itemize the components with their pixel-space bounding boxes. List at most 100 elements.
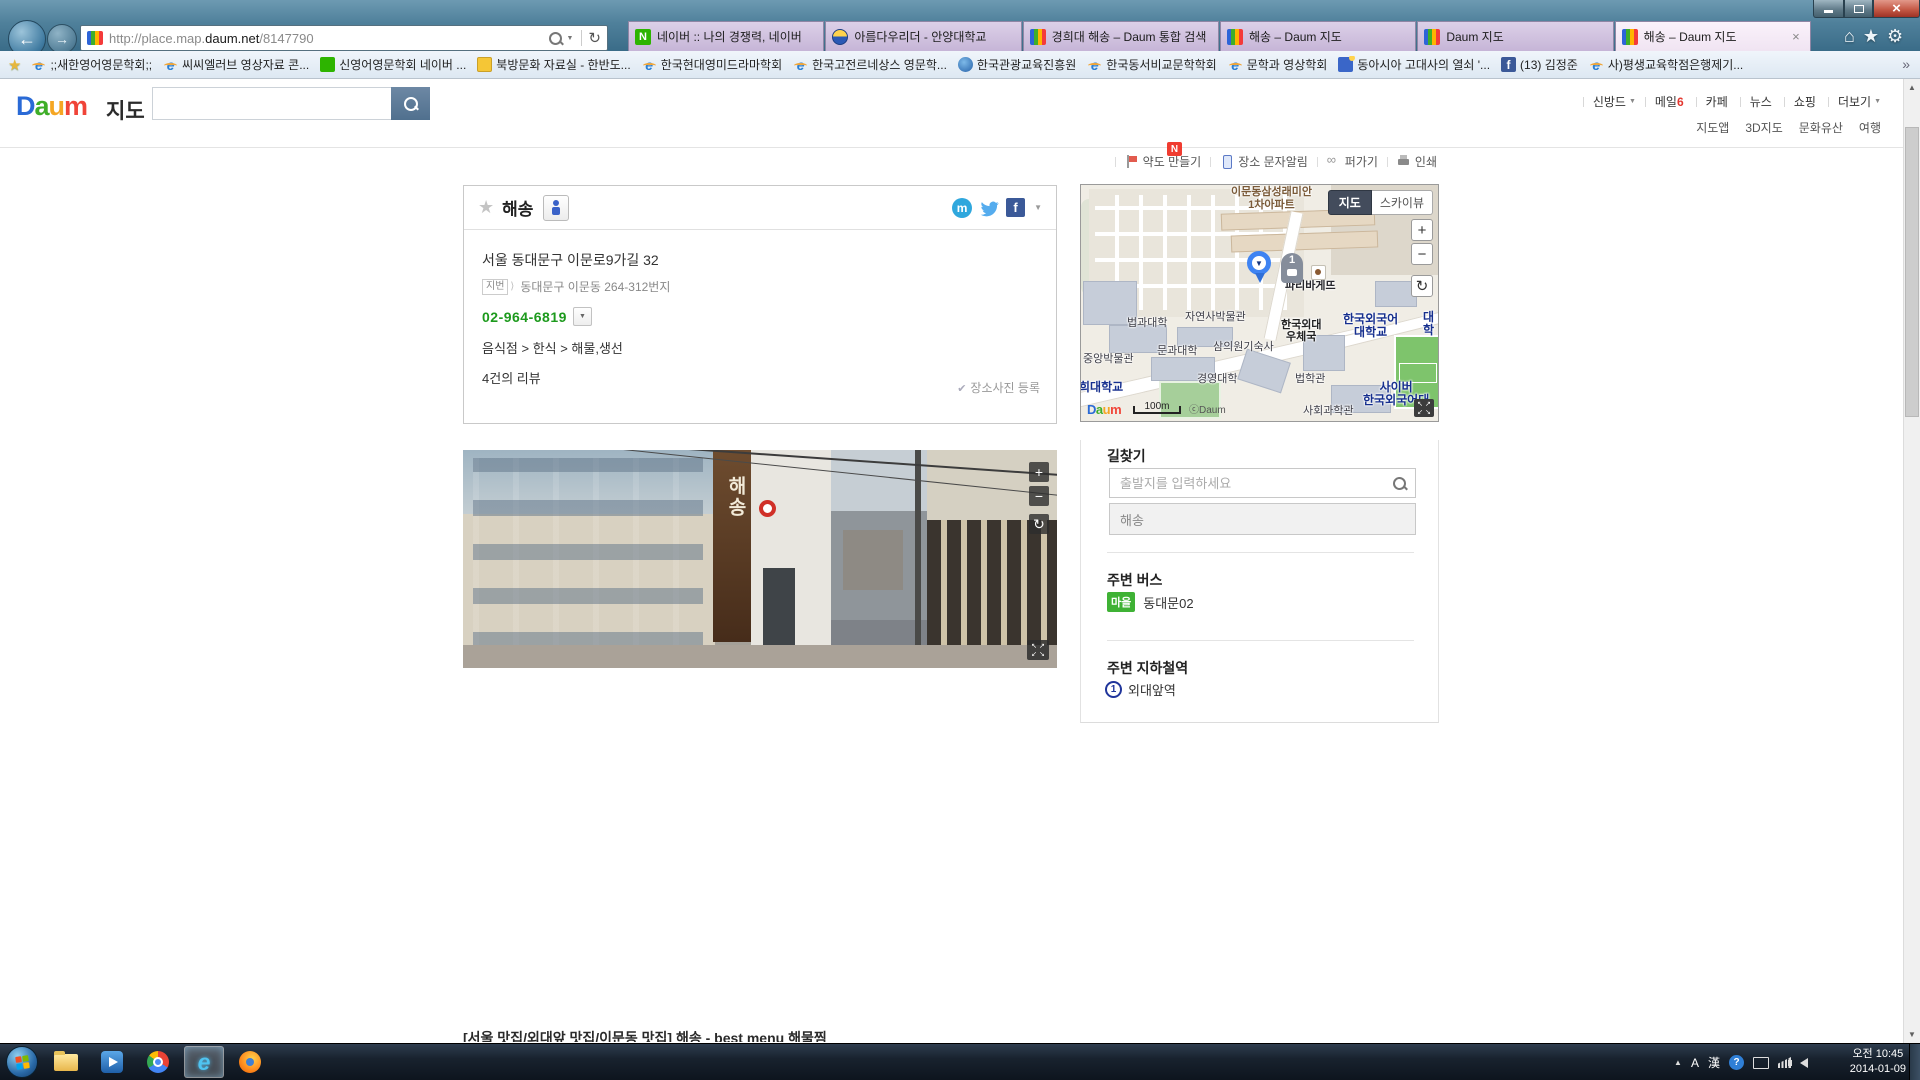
hidden-icons-chevron[interactable]: ▲ bbox=[1674, 1058, 1682, 1067]
close-button[interactable] bbox=[1873, 0, 1920, 18]
taskbar-ie-button[interactable]: e bbox=[184, 1046, 224, 1078]
skyview-button[interactable]: 스카이뷰 bbox=[1372, 190, 1433, 215]
volume-tray-icon[interactable] bbox=[1800, 1058, 1808, 1068]
map-reset-icon[interactable]: ↻ bbox=[1411, 275, 1433, 297]
page-scrollbar[interactable]: ▲ ▼ bbox=[1903, 79, 1920, 1043]
review-count[interactable]: 4건의 리뷰 bbox=[482, 368, 1038, 387]
taskbar-chrome-button[interactable] bbox=[138, 1046, 178, 1078]
bus-route-row[interactable]: 마을 동대문02 bbox=[1107, 592, 1194, 612]
photo-zoom-in-button[interactable]: + bbox=[1029, 462, 1049, 482]
me2day-share-icon[interactable]: m bbox=[952, 198, 972, 218]
refresh-icon[interactable]: ↻ bbox=[588, 29, 601, 47]
header-link[interactable]: 신방드▼ bbox=[1574, 93, 1636, 110]
browser-tab[interactable]: 경희대 해송 – Daum 통합 검색 bbox=[1023, 21, 1219, 51]
header-link[interactable]: 카페 bbox=[1687, 93, 1731, 110]
favorite-item[interactable]: 사)평생교육학점은행제기... bbox=[1589, 56, 1743, 73]
browser-tab[interactable]: 해송 – Daum 지도 bbox=[1615, 21, 1811, 51]
directions-destination-input[interactable] bbox=[1109, 503, 1416, 535]
service-title[interactable]: 지도 bbox=[106, 95, 145, 125]
directions-start-input[interactable] bbox=[1109, 468, 1416, 498]
roadview-button[interactable] bbox=[543, 195, 569, 221]
header-sublink[interactable]: 문화유산 bbox=[1799, 119, 1843, 136]
home-icon[interactable]: ⌂ bbox=[1844, 26, 1855, 47]
photo-zoom-out-button[interactable]: − bbox=[1029, 486, 1049, 506]
toolbar-item[interactable]: 약도 만들기 bbox=[1106, 153, 1202, 170]
favorite-item[interactable]: 한국동서비교문학학회 bbox=[1087, 56, 1216, 73]
forward-button[interactable]: → bbox=[47, 24, 77, 54]
taskbar-firefox-button[interactable] bbox=[230, 1046, 270, 1078]
photo-rotate-icon[interactable]: ↻ bbox=[1029, 514, 1049, 534]
browser-tab[interactable]: 아름다우리더 - 안양대학교 bbox=[825, 21, 1021, 51]
header-link[interactable]: 더보기▼ bbox=[1819, 93, 1881, 110]
ime-hanja-icon[interactable]: 漢 bbox=[1708, 1054, 1720, 1071]
favorite-item[interactable]: 한국현대영미드라마학회 bbox=[642, 56, 782, 73]
toolbar-item[interactable]: 장소 문자알림 bbox=[1201, 153, 1308, 170]
search-icon bbox=[404, 97, 418, 111]
place-pin-marker[interactable]: ▼ bbox=[1247, 251, 1273, 287]
search-dropdown-icon[interactable]: ▼ bbox=[566, 35, 573, 42]
clock-date: 2014-01-09 bbox=[1850, 1062, 1906, 1077]
toolbar-item[interactable]: 인쇄 bbox=[1378, 153, 1437, 170]
favorite-item[interactable]: 한국관광교육진흥원 bbox=[958, 56, 1076, 73]
header-link[interactable]: 뉴스 bbox=[1731, 93, 1775, 110]
favorite-item[interactable]: 문학과 영상학회 bbox=[1228, 56, 1328, 73]
favorites-overflow-chevron[interactable]: » bbox=[1902, 56, 1910, 72]
display-tray-icon[interactable] bbox=[1753, 1057, 1769, 1069]
toolbar-item[interactable]: 퍼가기 bbox=[1308, 153, 1378, 170]
map-view-button[interactable]: 지도 bbox=[1328, 190, 1372, 215]
browser-tab[interactable]: 네이버 :: 나의 경쟁력, 네이버 bbox=[628, 21, 824, 51]
favorite-item[interactable]: 신영어영문학회 네이버 ... bbox=[320, 56, 466, 73]
show-desktop-button[interactable] bbox=[1909, 1044, 1920, 1080]
tab-close-icon[interactable] bbox=[1788, 29, 1804, 45]
map-fullscreen-icon[interactable]: ↖ ↗↙ ↘ bbox=[1414, 399, 1434, 417]
photo-fullscreen-icon[interactable]: ↖ ↗↙ ↘ bbox=[1027, 640, 1049, 660]
taskbar-clock[interactable]: 오전 10:45 2014-01-09 bbox=[1850, 1047, 1906, 1077]
header-sublink[interactable]: 3D지도 bbox=[1745, 119, 1782, 136]
ime-language-icon[interactable]: A bbox=[1691, 1056, 1699, 1070]
zoom-in-button[interactable]: + bbox=[1411, 219, 1433, 241]
header-sublink[interactable]: 지도앱 bbox=[1696, 119, 1729, 136]
subway-station-name: 외대앞역 bbox=[1128, 680, 1176, 699]
favorite-label: 문학과 영상학회 bbox=[1247, 56, 1328, 73]
bookmark-star-icon[interactable]: ★ bbox=[478, 197, 494, 218]
scroll-up-icon[interactable]: ▲ bbox=[1904, 79, 1920, 96]
help-tray-icon[interactable]: ? bbox=[1729, 1055, 1744, 1070]
start-button[interactable] bbox=[6, 1046, 38, 1078]
browser-tab[interactable]: Daum 지도 bbox=[1417, 21, 1613, 51]
header-link[interactable]: 메일6 bbox=[1636, 93, 1687, 110]
address-bar[interactable]: http://place.map.daum.net/8147790 ▼ ↻ bbox=[80, 25, 608, 51]
scrollbar-thumb[interactable] bbox=[1905, 127, 1919, 417]
map-search-button[interactable] bbox=[391, 87, 430, 120]
scroll-down-icon[interactable]: ▼ bbox=[1904, 1026, 1920, 1043]
header-link[interactable]: 쇼핑 bbox=[1775, 93, 1819, 110]
browser-tab[interactable]: 해송 – Daum 지도 bbox=[1220, 21, 1416, 51]
map-search-input[interactable] bbox=[152, 87, 392, 120]
minimize-button[interactable] bbox=[1813, 0, 1844, 18]
header-sublink[interactable]: 여행 bbox=[1859, 119, 1881, 136]
phone-dropdown-icon[interactable]: ▼ bbox=[573, 307, 592, 326]
favorite-item[interactable]: 한국고전르네상스 영문학... bbox=[793, 56, 947, 73]
search-icon[interactable] bbox=[1393, 477, 1406, 490]
add-favorite-star-icon[interactable]: ★ bbox=[8, 56, 21, 74]
subway-station-row[interactable]: 1 외대앞역 bbox=[1105, 680, 1176, 699]
daum-logo[interactable]: Daum bbox=[16, 91, 87, 122]
twitter-share-icon[interactable] bbox=[979, 198, 999, 218]
facebook-share-icon[interactable]: f bbox=[1006, 198, 1025, 217]
favorite-item[interactable]: ;;새한영어영문학회;; bbox=[31, 56, 152, 73]
place-name: 해송 bbox=[502, 195, 533, 220]
taskbar-media-player-button[interactable] bbox=[92, 1046, 132, 1078]
favorite-item[interactable]: (13) 김정준 bbox=[1501, 56, 1578, 73]
mini-map[interactable]: 이문동삼성래미안 1차아파트파리바게뜨법과대학자연사박물관한국외대 우체국한국외… bbox=[1080, 184, 1439, 422]
favorite-item[interactable]: 북방문화 자료실 - 한반도... bbox=[477, 56, 630, 73]
search-icon[interactable] bbox=[549, 32, 562, 45]
bus-stop-marker[interactable]: 1 bbox=[1281, 253, 1303, 283]
favorites-star-icon[interactable]: ★ bbox=[1863, 26, 1879, 47]
register-photo-link[interactable]: 장소사진 등록 bbox=[957, 379, 1040, 396]
zoom-out-button[interactable]: − bbox=[1411, 243, 1433, 265]
settings-gear-icon[interactable]: ⚙ bbox=[1887, 26, 1903, 47]
favorite-item[interactable]: 씨씨엘러브 영상자료 콘... bbox=[163, 56, 309, 73]
restore-button[interactable] bbox=[1844, 0, 1873, 18]
taskbar-explorer-button[interactable] bbox=[46, 1046, 86, 1078]
chevron-down-icon[interactable]: ▼ bbox=[1034, 203, 1042, 212]
favorite-item[interactable]: 동아시아 고대사의 열쇠 '... bbox=[1338, 56, 1490, 73]
